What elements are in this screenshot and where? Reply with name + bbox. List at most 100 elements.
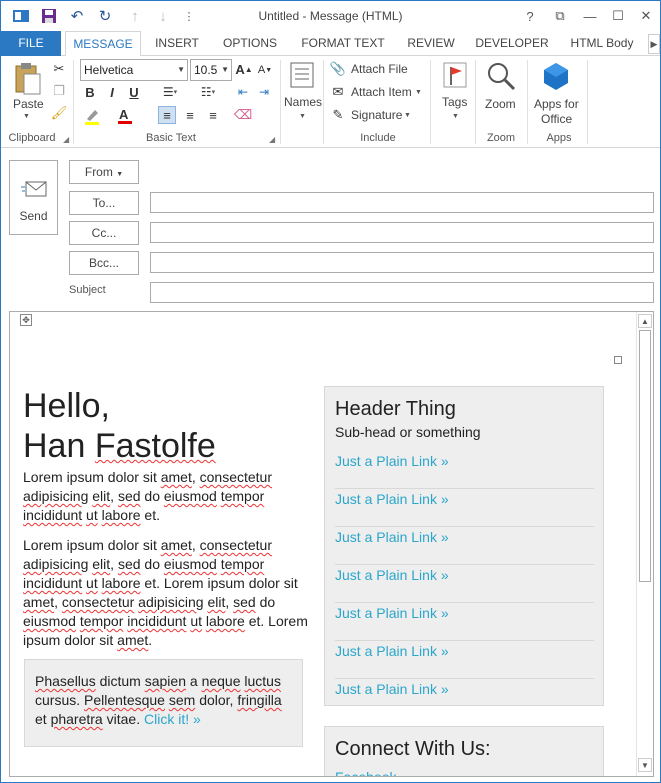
plain-link-6[interactable]: Just a Plain Link » bbox=[335, 641, 594, 679]
facebook-link[interactable]: Facebook bbox=[335, 769, 396, 776]
help-button[interactable]: ? bbox=[515, 4, 545, 28]
attach-item-dropdown-icon[interactable]: ▼ bbox=[415, 89, 422, 96]
minimize-button[interactable]: — bbox=[575, 4, 605, 28]
plain-link-4[interactable]: Just a Plain Link » bbox=[335, 565, 594, 603]
outlook-message-window: ↶ ↻ ↑ ↓ ⋮ Untitled - Message (HTML) ? ⧉ … bbox=[0, 0, 661, 783]
zoom-button[interactable]: Zoom bbox=[485, 97, 516, 111]
paste-dropdown-icon[interactable]: ▼ bbox=[23, 113, 30, 120]
undo-icon[interactable]: ↶ bbox=[65, 5, 89, 27]
italic-button[interactable]: I bbox=[104, 83, 120, 101]
redo-icon[interactable]: ↻ bbox=[93, 5, 117, 27]
plain-link-5[interactable]: Just a Plain Link » bbox=[335, 603, 594, 641]
names-dropdown-icon[interactable]: ▼ bbox=[299, 113, 306, 120]
tags-button[interactable]: Tags bbox=[442, 95, 467, 109]
close-button[interactable]: ✕ bbox=[631, 4, 660, 28]
numbering-icon[interactable]: ☷ ▾ bbox=[197, 83, 219, 101]
format-painter-icon[interactable]: 🖌 bbox=[49, 104, 69, 122]
message-body[interactable]: ✥ Hello, Han Fastolfe Lorem ipsum dolor … bbox=[9, 311, 654, 777]
underline-button[interactable]: U bbox=[126, 83, 142, 101]
tab-options[interactable]: OPTIONS bbox=[216, 31, 284, 56]
from-label: From bbox=[84, 165, 113, 179]
shrink-font-icon[interactable]: A ▼ bbox=[257, 62, 273, 78]
maximize-button[interactable]: ☐ bbox=[603, 4, 633, 28]
down-arrow-icon[interactable]: ↓ bbox=[151, 5, 175, 27]
tab-format-text[interactable]: FORMAT TEXT bbox=[297, 31, 389, 56]
table-move-handle-icon[interactable]: ✥ bbox=[20, 314, 32, 326]
tab-developer[interactable]: DEVELOPER bbox=[473, 31, 551, 56]
grow-font-icon[interactable]: A ▲ bbox=[235, 60, 252, 78]
click-it-link[interactable]: Click it! » bbox=[144, 711, 201, 727]
from-button[interactable]: From ▼ bbox=[69, 160, 139, 184]
decrease-indent-icon[interactable]: ⇤ bbox=[234, 83, 252, 101]
group-divider bbox=[475, 60, 476, 144]
table-resize-handle[interactable] bbox=[614, 356, 622, 364]
scrollbar-thumb[interactable] bbox=[639, 330, 651, 582]
more-icon[interactable]: ⋮ bbox=[177, 5, 201, 27]
to-field[interactable] bbox=[150, 192, 654, 213]
up-arrow-icon[interactable]: ↑ bbox=[123, 5, 147, 27]
cut-icon[interactable]: ✂ bbox=[49, 60, 69, 78]
send-label: Send bbox=[19, 209, 48, 223]
sidebar-panel: Header Thing Sub-head or something Just … bbox=[324, 386, 604, 706]
magnifier-icon[interactable] bbox=[485, 60, 517, 92]
font-color-icon[interactable]: A bbox=[115, 106, 139, 126]
align-center-icon[interactable]: ≡ bbox=[181, 106, 199, 124]
outlook-icon[interactable] bbox=[9, 5, 33, 27]
bullets-icon[interactable]: ☰ ▾ bbox=[159, 83, 181, 101]
ribbon-display-button[interactable]: ⧉ bbox=[545, 4, 575, 28]
attach-file-button[interactable]: Attach File bbox=[351, 62, 408, 76]
plain-link-3[interactable]: Just a Plain Link » bbox=[335, 527, 594, 565]
connect-title: Connect With Us: bbox=[335, 738, 491, 760]
plain-link-7[interactable]: Just a Plain Link » bbox=[335, 679, 594, 717]
bcc-button[interactable]: Bcc... bbox=[69, 251, 139, 275]
bcc-field[interactable] bbox=[150, 252, 654, 273]
panel-subhead: Sub-head or something bbox=[335, 424, 481, 440]
bold-button[interactable]: B bbox=[82, 83, 98, 101]
basic-text-launcher-icon[interactable]: ◢ bbox=[269, 135, 275, 144]
tags-dropdown-icon[interactable]: ▼ bbox=[452, 113, 459, 120]
font-name-combo[interactable]: Helvetica ▼ bbox=[80, 59, 188, 81]
tab-message[interactable]: MESSAGE bbox=[65, 31, 141, 57]
vertical-scrollbar[interactable]: ▲ ▼ bbox=[636, 312, 653, 776]
cc-field[interactable] bbox=[150, 222, 654, 243]
highlight-icon[interactable] bbox=[82, 106, 106, 126]
group-divider bbox=[323, 60, 324, 144]
paste-button[interactable]: Paste bbox=[13, 97, 44, 111]
clipboard-group-label: Clipboard bbox=[8, 132, 56, 144]
increase-indent-icon[interactable]: ⇥ bbox=[255, 83, 273, 101]
align-right-icon[interactable]: ≡ bbox=[204, 106, 222, 124]
cc-button[interactable]: Cc... bbox=[69, 221, 139, 245]
clear-formatting-icon[interactable]: ⌫ bbox=[234, 106, 252, 124]
tab-insert[interactable]: INSERT bbox=[148, 31, 206, 56]
scroll-up-icon[interactable]: ▲ bbox=[638, 314, 652, 328]
attach-item-button[interactable]: Attach Item bbox=[351, 85, 412, 99]
connect-panel: Connect With Us: Facebook bbox=[324, 726, 604, 776]
tab-scroll-right-button[interactable]: ▶ bbox=[648, 34, 660, 54]
subject-field[interactable] bbox=[150, 282, 654, 303]
to-button[interactable]: To... bbox=[69, 191, 139, 215]
align-left-icon[interactable]: ≡ bbox=[158, 106, 176, 124]
clipboard-launcher-icon[interactable]: ◢ bbox=[63, 135, 69, 144]
paste-icon[interactable] bbox=[9, 60, 45, 98]
font-size-combo[interactable]: 10.5 ▼ bbox=[190, 59, 232, 81]
tab-review[interactable]: REVIEW bbox=[401, 31, 461, 56]
send-button[interactable]: Send bbox=[9, 160, 58, 235]
tab-file[interactable]: FILE bbox=[1, 31, 61, 56]
chevron-down-icon: ▼ bbox=[177, 65, 185, 74]
names-button[interactable]: Names bbox=[284, 95, 322, 109]
tab-html-body[interactable]: HTML Body bbox=[561, 31, 643, 56]
signature-button[interactable]: Signature bbox=[351, 108, 402, 122]
flag-icon[interactable] bbox=[440, 60, 470, 90]
signature-dropdown-icon[interactable]: ▼ bbox=[404, 112, 411, 119]
copy-icon[interactable]: ❐ bbox=[49, 82, 69, 100]
group-divider bbox=[430, 60, 431, 144]
scroll-down-icon[interactable]: ▼ bbox=[638, 758, 652, 772]
office-apps-icon[interactable] bbox=[540, 60, 572, 92]
chevron-down-icon: ▼ bbox=[221, 65, 229, 74]
plain-link-2[interactable]: Just a Plain Link » bbox=[335, 489, 594, 527]
apps-for-office-button[interactable]: Apps for bbox=[534, 97, 579, 111]
plain-link-1[interactable]: Just a Plain Link » bbox=[335, 451, 594, 489]
save-icon[interactable] bbox=[37, 5, 61, 27]
address-book-icon[interactable] bbox=[287, 60, 317, 90]
basic-text-group-label: Basic Text bbox=[146, 132, 196, 144]
